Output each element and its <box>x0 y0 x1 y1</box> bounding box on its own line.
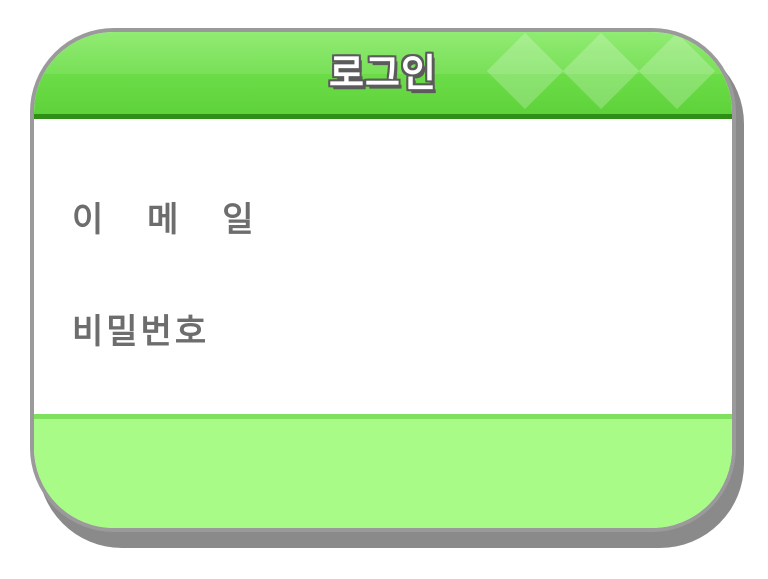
login-dialog: 로그인 이 메 일 비밀번호 <box>30 28 736 532</box>
email-label: 이 메 일 <box>72 200 270 240</box>
login-screen: 로그인 이 메 일 비밀번호 <box>0 0 768 579</box>
password-label: 비밀번호 <box>72 312 210 352</box>
dialog-footer <box>34 414 732 528</box>
dialog-header: 로그인 <box>34 32 732 119</box>
dialog-title: 로그인 <box>329 51 437 95</box>
